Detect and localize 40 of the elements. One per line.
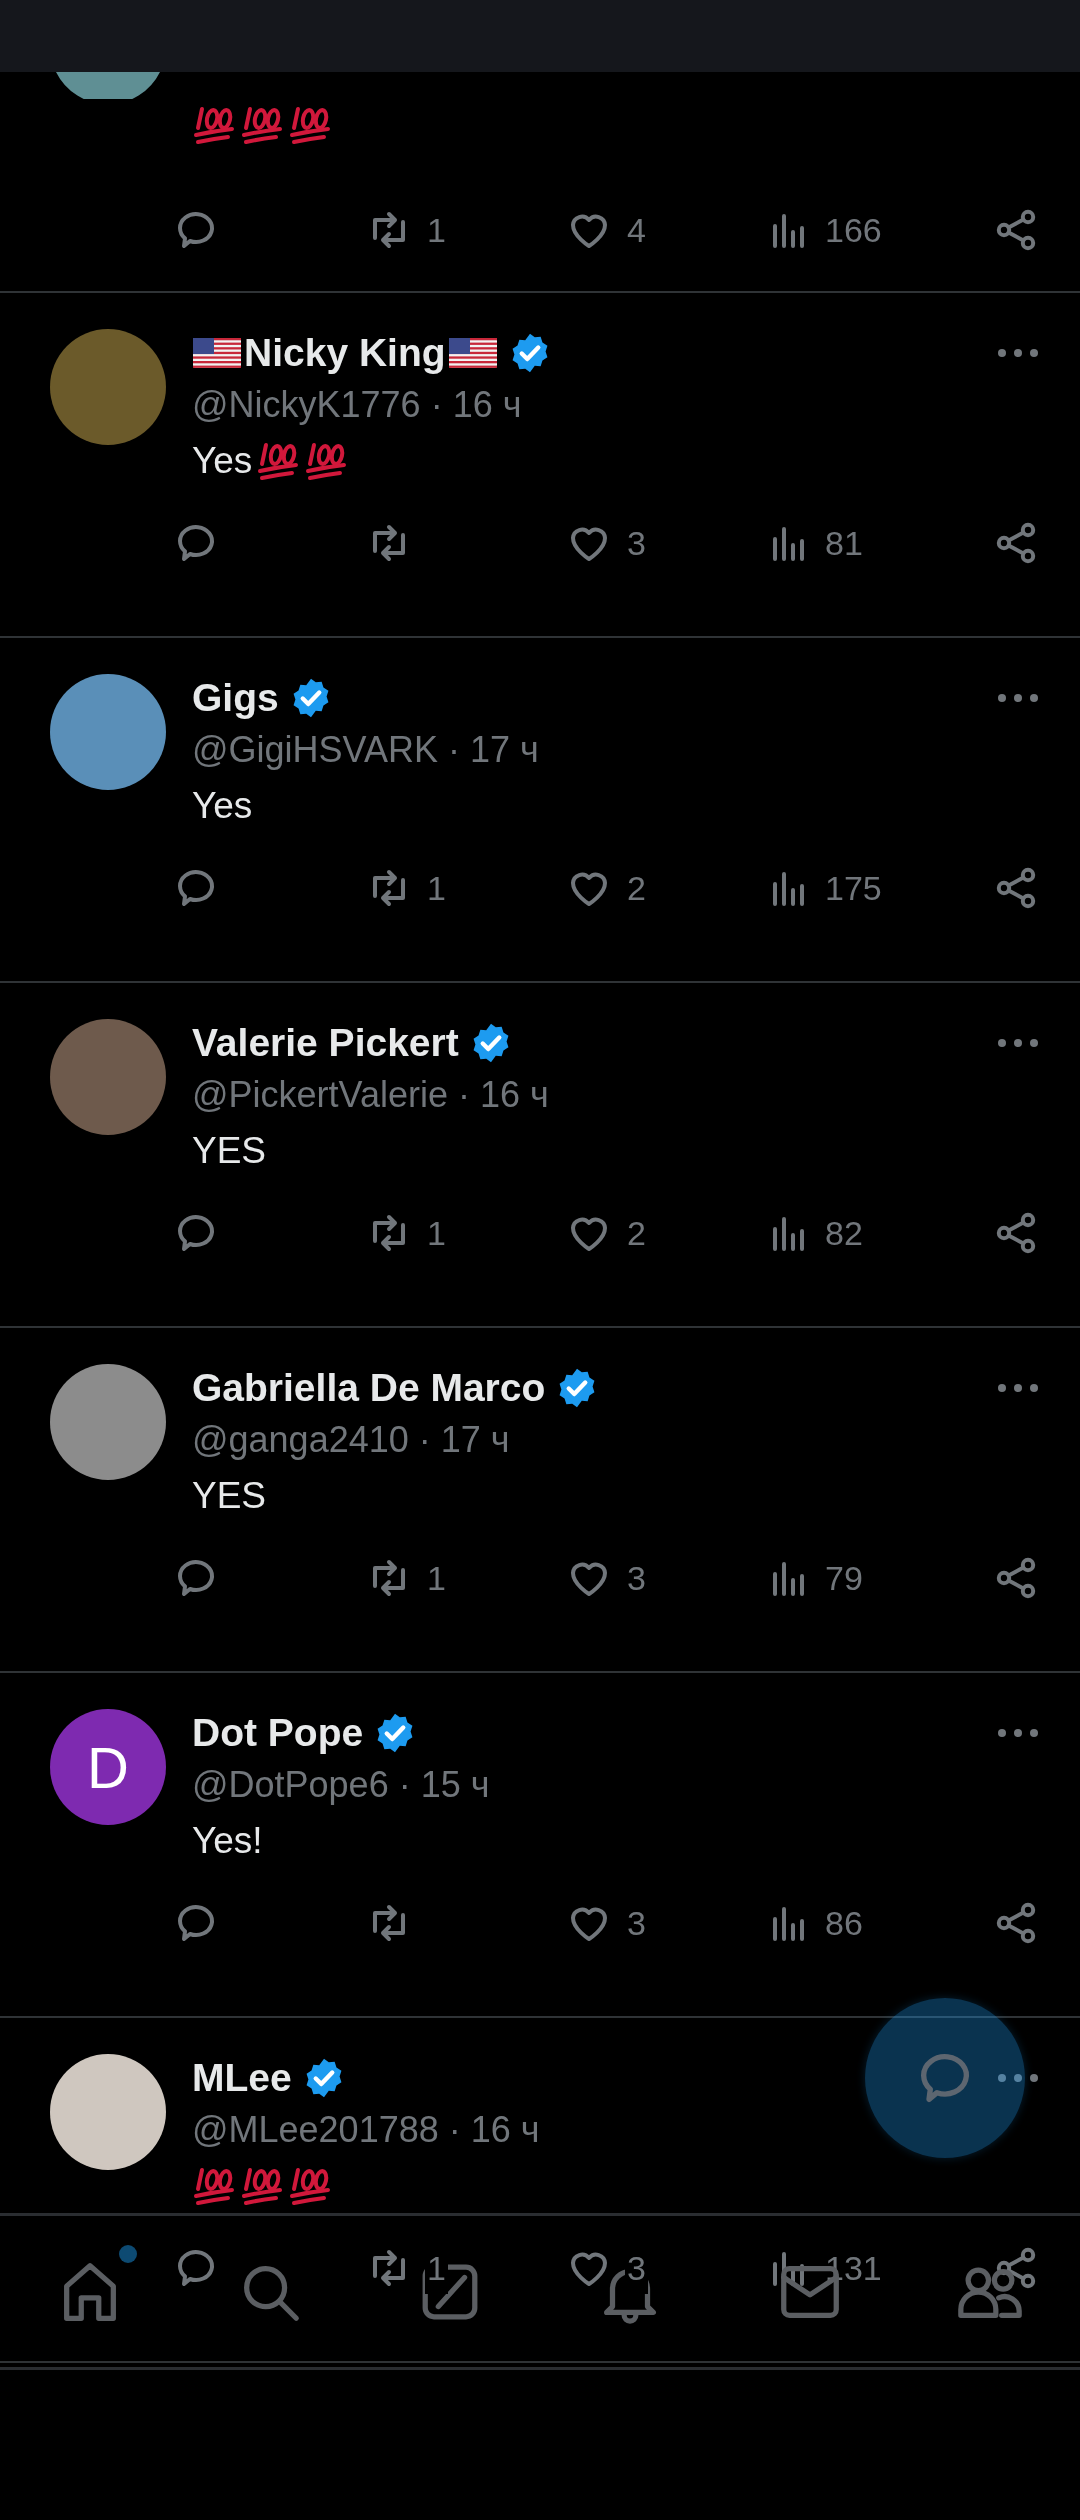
flag-icon (447, 335, 498, 371)
view-count: 86 (825, 1902, 863, 1944)
more-options-icon[interactable] (996, 1037, 1040, 1049)
user-name[interactable]: Nicky King (244, 323, 446, 383)
user-name[interactable]: MLee (192, 2048, 292, 2108)
hundred-points-icon (256, 440, 301, 482)
post-text: Yes (192, 439, 253, 483)
more-options-icon[interactable] (996, 347, 1040, 359)
flag-icon (192, 335, 242, 371)
user-name[interactable]: Valerie Pickert (192, 1013, 459, 1073)
view-count: 166 (825, 209, 882, 251)
post-text: YES (192, 1474, 267, 1518)
handle-and-time: @DotPope6 · 15 ч (192, 1763, 491, 1807)
post-text: Yes! (192, 1819, 263, 1863)
view-count: 82 (825, 1212, 863, 1254)
view-count: 175 (825, 867, 882, 909)
more-options-icon[interactable] (996, 1382, 1040, 1394)
hundred-points-icon (288, 104, 332, 146)
view-count: 79 (825, 1557, 863, 1599)
hundred-points-icon (288, 2165, 332, 2207)
handle-and-time: @ganga2410 · 17 ч (192, 1418, 511, 1462)
post-text: Yes (192, 784, 253, 828)
more-options-icon[interactable] (996, 1727, 1040, 1739)
hundred-points-icon (240, 104, 284, 146)
hundred-points-icon (304, 440, 349, 482)
handle-and-time: @NickyK1776 · 16 ч (192, 383, 523, 427)
post-text: YES (192, 1129, 267, 1173)
handle-and-time: @MLee201788 · 16 ч (192, 2108, 541, 2152)
hundred-points-icon (192, 104, 236, 146)
user-name[interactable]: Gabriella De Marco (192, 1358, 546, 1418)
hundred-points-icon (240, 2165, 284, 2207)
more-options-icon[interactable] (996, 2072, 1040, 2084)
more-options-icon[interactable] (996, 692, 1040, 704)
view-count: 81 (825, 522, 863, 564)
handle-and-time: @PickertValerie · 16 ч (192, 1073, 550, 1117)
handle-and-time: @GigiHSVARK · 17 ч (192, 728, 540, 772)
hundred-points-icon (192, 2165, 236, 2207)
avatar[interactable]: D (50, 1709, 166, 1825)
user-name[interactable]: Dot Pope (192, 1703, 364, 1763)
user-name[interactable]: Gigs (192, 668, 279, 728)
